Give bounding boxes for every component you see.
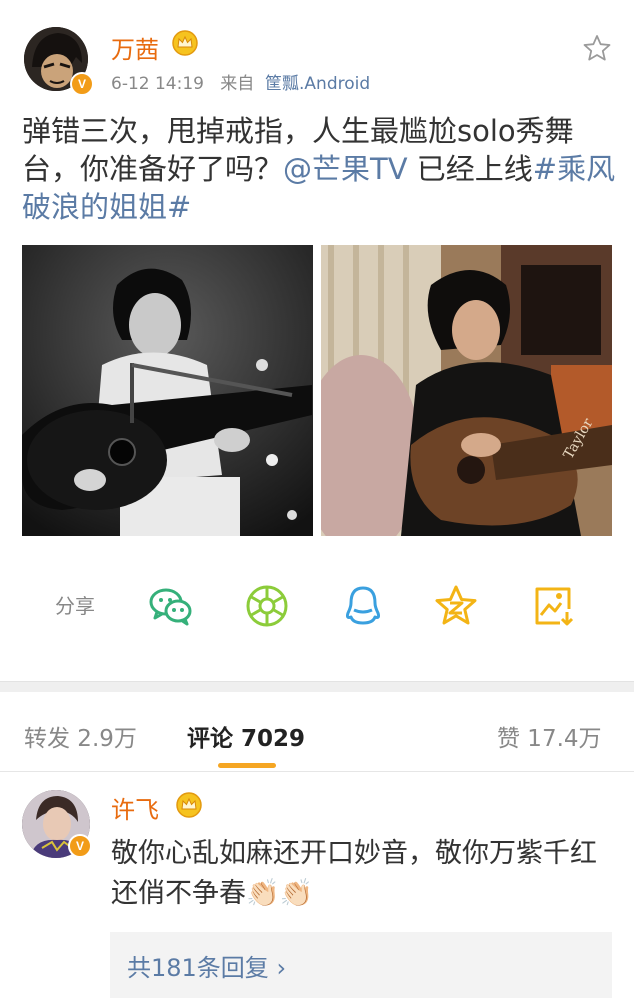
save-image-icon[interactable] [530, 583, 576, 629]
qq-icon[interactable] [340, 583, 386, 629]
replies-box[interactable]: 共181条回复 › [110, 932, 612, 998]
qzone-icon[interactable] [433, 583, 479, 629]
replies-link[interactable]: 共181条回复 › [127, 948, 286, 983]
post-time: 6-12 14:19 [111, 74, 204, 94]
chevron-right-icon: › [276, 954, 287, 982]
wechat-icon[interactable] [148, 583, 194, 629]
post-photo-1[interactable] [22, 245, 313, 536]
favorite-star-icon[interactable] [582, 33, 612, 63]
share-label: 分享 [55, 594, 95, 618]
post-body-mid: 已经上线 [407, 152, 533, 186]
post-from-label: 来自 [220, 74, 255, 94]
tabs-divider [0, 771, 634, 772]
moments-icon[interactable] [244, 583, 290, 629]
post-photo-2[interactable]: Taylor [321, 245, 612, 536]
post-source[interactable]: 筐瓢.Android [265, 74, 370, 94]
tab-repost[interactable]: 转发 2.9万 [24, 719, 137, 753]
comment-text: 敬你心乱如麻还开口妙音，敬你万紫千红还俏不争春👏🏻👏🏻 [111, 838, 597, 909]
verified-badge: V [70, 72, 94, 96]
author-name[interactable]: 万茜 [111, 30, 159, 65]
crown-icon [176, 792, 202, 824]
post-text: 弹错三次，甩掉戒指，人生最尴尬solo秀舞台，你准备好了吗？@芒果TV 已经上线… [22, 112, 618, 226]
replies-count: 共181条回复 [127, 954, 269, 982]
commenter-name[interactable]: 许飞 [111, 790, 159, 825]
tab-like[interactable]: 赞 17.4万 [497, 719, 602, 753]
tab-comment[interactable]: 评论 7029 [187, 719, 305, 753]
photo-guitarist-color: Taylor [321, 245, 612, 536]
crown-icon [172, 30, 198, 62]
active-tab-indicator [218, 763, 276, 768]
mention-link[interactable]: @芒果TV [283, 152, 408, 186]
post-meta: 6-12 14:19 来自 筐瓢.Android [111, 69, 370, 94]
commenter-verified-badge: V [68, 834, 92, 858]
photo-guitarist-bw [22, 245, 313, 536]
section-divider [0, 681, 634, 692]
